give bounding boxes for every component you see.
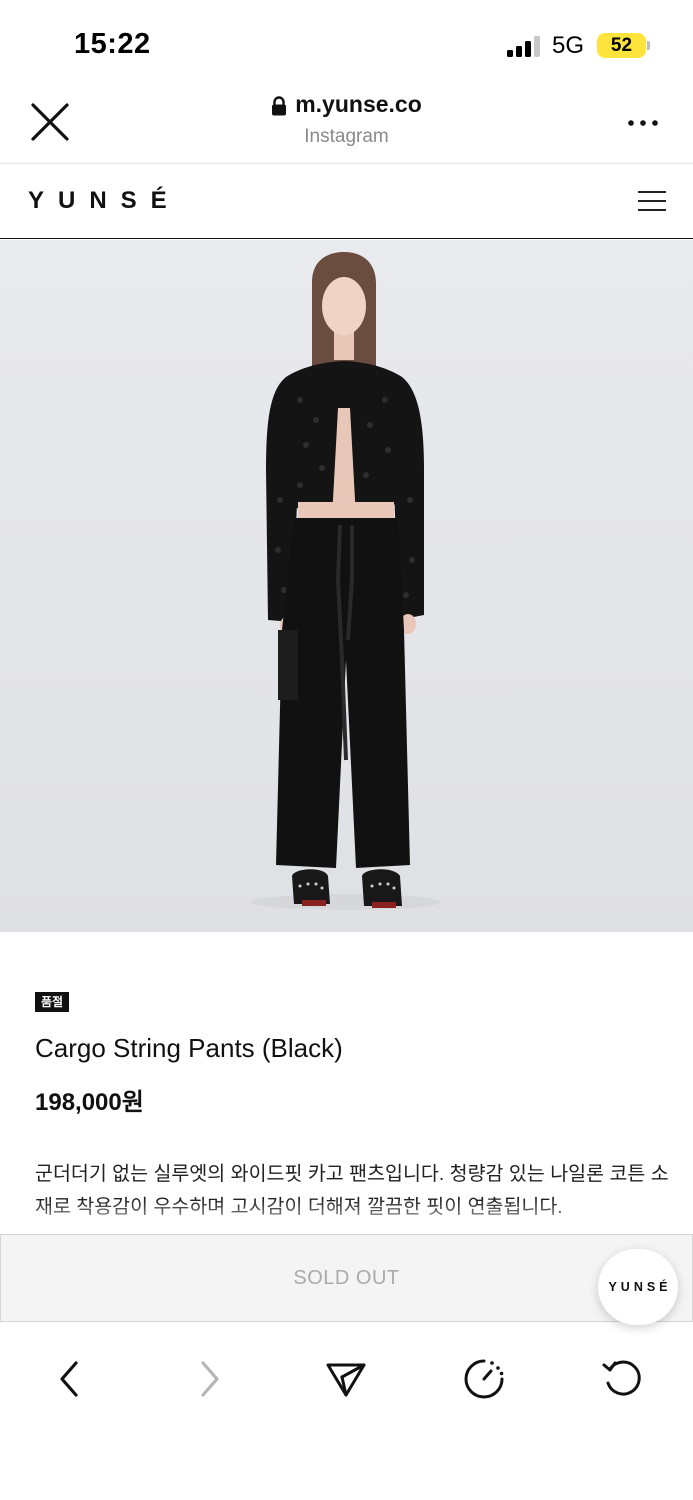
browser-header: m.yunse.co Instagram — [0, 86, 693, 164]
battery-tip — [647, 41, 650, 50]
sold-out-badge: 품절 — [35, 992, 70, 1012]
product-image[interactable] — [0, 240, 693, 932]
share-button[interactable] — [324, 1357, 368, 1401]
floating-logo-button[interactable]: YUNSÉ — [598, 1249, 678, 1325]
site-header: YUNSÉ — [0, 164, 693, 239]
back-icon — [60, 1361, 78, 1397]
history-icon — [464, 1359, 504, 1399]
url-text: m.yunse.co — [295, 91, 422, 117]
network-label: 5G — [552, 32, 585, 59]
product-price: 198,000원 — [35, 1089, 144, 1116]
more-icon — [628, 120, 658, 126]
share-icon — [326, 1363, 366, 1397]
status-bar: 15:22 5G 52 — [0, 0, 693, 86]
forward-icon — [201, 1361, 219, 1397]
signal-icon — [507, 35, 543, 57]
forward-button[interactable] — [187, 1357, 231, 1401]
url-source: Instagram — [304, 125, 389, 147]
history-button[interactable] — [462, 1357, 506, 1401]
browser-toolbar — [0, 1340, 693, 1500]
description-fade — [0, 1200, 693, 1234]
product-name: Cargo String Pants (Black) — [35, 1033, 343, 1063]
reload-icon — [602, 1360, 641, 1396]
site-logo[interactable]: YUNSÉ — [28, 187, 181, 215]
sold-out-button[interactable]: SOLD OUT — [1, 1267, 692, 1290]
more-button[interactable] — [625, 116, 661, 130]
address-bar[interactable]: m.yunse.co Instagram — [0, 91, 693, 148]
sold-out-bar: SOLD OUT — [0, 1234, 693, 1322]
reload-button[interactable] — [600, 1357, 644, 1401]
lock-icon — [271, 95, 287, 115]
battery-icon: 52 — [597, 33, 646, 58]
status-time: 15:22 — [74, 28, 151, 60]
model-photo — [251, 252, 441, 910]
back-button[interactable] — [48, 1357, 92, 1401]
hamburger-menu-icon[interactable] — [638, 191, 666, 211]
